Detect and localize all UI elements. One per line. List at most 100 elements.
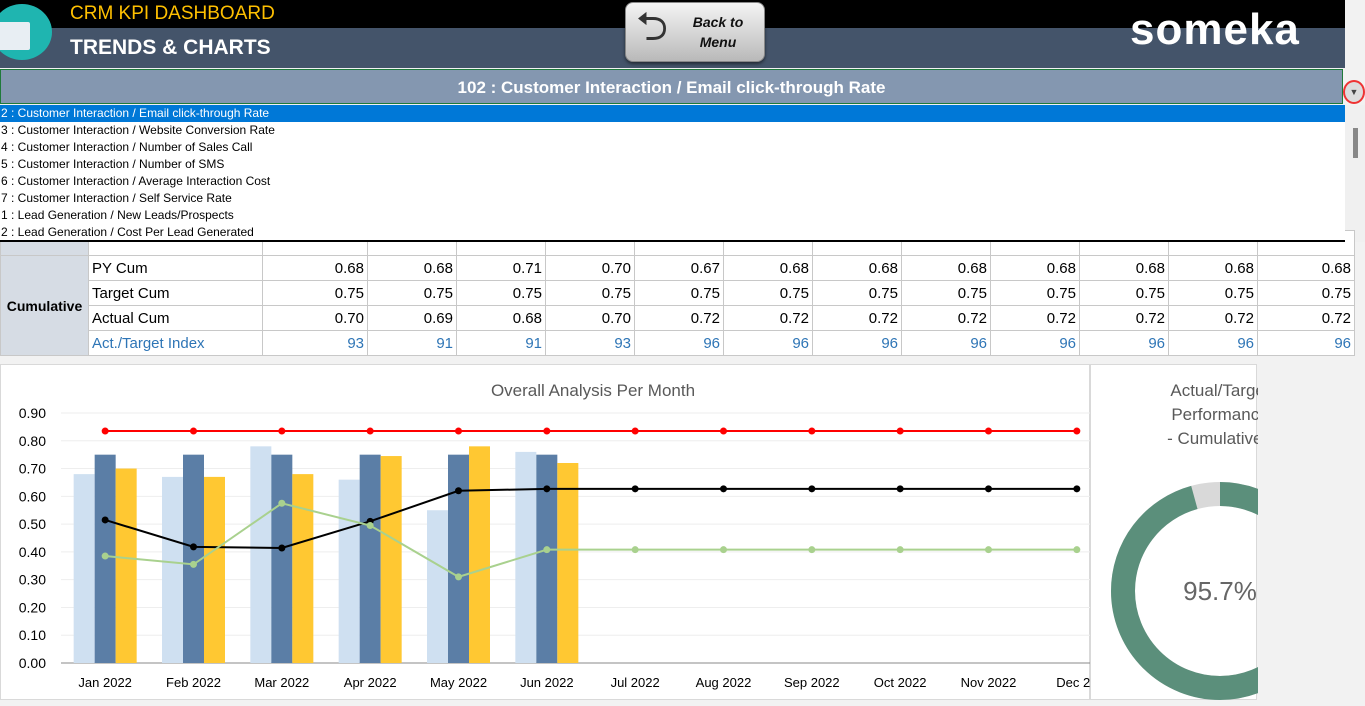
line-point xyxy=(1073,427,1081,435)
y-tick-label: 0.30 xyxy=(19,572,46,588)
dropdown-option[interactable]: 2 : Lead Generation / Cost Per Lead Gene… xyxy=(0,224,1345,241)
table-cell[interactable]: 96 xyxy=(1257,330,1355,356)
table-cell[interactable]: 0.71 xyxy=(456,255,546,281)
table-cell[interactable]: 0.72 xyxy=(1168,305,1258,331)
back-arrow-icon: ⮌ xyxy=(635,5,669,49)
dropdown-option[interactable]: 7 : Customer Interaction / Self Service … xyxy=(0,190,1345,207)
table-cell[interactable]: 0.75 xyxy=(545,280,635,306)
table-cell[interactable]: 0.72 xyxy=(812,305,902,331)
line-point xyxy=(896,546,904,554)
line-point xyxy=(278,427,286,435)
y-tick-label: 0.80 xyxy=(19,433,46,449)
line-point xyxy=(190,543,197,551)
y-tick-label: 0.40 xyxy=(19,544,46,560)
table-cell[interactable]: 0.75 xyxy=(1168,280,1258,306)
y-tick-label: 0.10 xyxy=(19,627,46,643)
line-point xyxy=(985,485,992,493)
table-cell[interactable]: 0.67 xyxy=(634,255,724,281)
table-cell[interactable]: 96 xyxy=(1079,330,1169,356)
table-cell[interactable]: 0.75 xyxy=(901,280,991,306)
bar xyxy=(204,476,225,663)
table-cell[interactable]: 0.72 xyxy=(1257,305,1355,331)
table-cell[interactable]: 0.72 xyxy=(990,305,1080,331)
table-cell[interactable]: 0.68 xyxy=(367,255,457,281)
table-cell[interactable]: 93 xyxy=(545,330,635,356)
table-cell[interactable]: 93 xyxy=(262,330,368,356)
back-to-menu-button[interactable]: ⮌ Back to Menu xyxy=(625,2,765,62)
table-cell[interactable]: 0.68 xyxy=(1079,255,1169,281)
table-cell[interactable]: 0.69 xyxy=(367,305,457,331)
table-cell[interactable]: 0.75 xyxy=(367,280,457,306)
line-point xyxy=(808,427,816,435)
y-tick-label: 0.00 xyxy=(19,655,46,671)
table-cell[interactable]: 0.75 xyxy=(262,280,368,306)
kpi-selector[interactable]: 102 : Customer Interaction / Email click… xyxy=(0,69,1343,104)
table-cell[interactable]: 96 xyxy=(812,330,902,356)
table-cell[interactable]: 0.68 xyxy=(1168,255,1258,281)
donut-title: Performance xyxy=(1171,405,1258,424)
table-cell[interactable]: 0.68 xyxy=(723,255,813,281)
line-point xyxy=(455,573,462,581)
x-tick-label: Nov 2022 xyxy=(961,675,1017,690)
table-cell[interactable]: 96 xyxy=(634,330,724,356)
line-point xyxy=(543,546,551,554)
table-cell[interactable]: 0.75 xyxy=(812,280,902,306)
table-cell[interactable]: 0.75 xyxy=(723,280,813,306)
table-cell[interactable]: 91 xyxy=(367,330,457,356)
table-cell[interactable]: 0.72 xyxy=(1079,305,1169,331)
dropdown-option[interactable]: 2 : Customer Interaction / Email click-t… xyxy=(0,105,1345,122)
y-tick-label: 0.20 xyxy=(19,599,46,615)
table-cell[interactable]: 0.75 xyxy=(456,280,546,306)
table-cell[interactable]: 96 xyxy=(723,330,813,356)
scrollbar-thumb[interactable] xyxy=(1353,128,1358,158)
table-cell[interactable]: 0.72 xyxy=(634,305,724,331)
dropdown-option[interactable]: 4 : Customer Interaction / Number of Sal… xyxy=(0,139,1345,156)
bar xyxy=(557,463,579,663)
line-point xyxy=(896,427,904,435)
line-point xyxy=(366,522,374,529)
table-cell[interactable]: 0.68 xyxy=(812,255,902,281)
table-cell[interactable]: 0.70 xyxy=(545,305,635,331)
table-cell[interactable]: 0.68 xyxy=(990,255,1080,281)
x-tick-label: Oct 2022 xyxy=(874,675,927,690)
group-label: Cumulative xyxy=(0,255,89,356)
row-label: PY Cum xyxy=(88,255,263,281)
dropdown-option[interactable]: 1 : Lead Generation / New Leads/Prospect… xyxy=(0,207,1345,224)
table-cell[interactable]: 0.75 xyxy=(634,280,724,306)
overall-analysis-chart: Overall Analysis Per Month 0.00 0.10 0.20 0.… xyxy=(0,364,1097,700)
table-row: Target Cum 0.75 0.75 0.75 0.75 0.75 0.75 0.75 0.… xyxy=(1,280,1355,306)
table-cell[interactable]: 0.70 xyxy=(545,255,635,281)
bar xyxy=(162,476,183,663)
table-cell[interactable]: 0.68 xyxy=(1257,255,1355,281)
table-row: Actual Cum 0.70 0.69 0.68 0.70 0.72 0.72 0.72 0.… xyxy=(1,305,1355,331)
line-point xyxy=(631,485,639,493)
line-point xyxy=(190,427,197,435)
table-cell[interactable]: 0.68 xyxy=(901,255,991,281)
dropdown-option[interactable]: 6 : Customer Interaction / Average Inter… xyxy=(0,173,1345,190)
kpi-dropdown-list: 2 : Customer Interaction / Email click-t… xyxy=(0,105,1345,242)
dropdown-arrow-icon[interactable]: ▼ xyxy=(1343,80,1365,104)
dropdown-scrollbar[interactable] xyxy=(1345,105,1365,242)
table-cell[interactable]: 0.75 xyxy=(990,280,1080,306)
table-cell[interactable]: 96 xyxy=(901,330,991,356)
table-cell[interactable]: 0.68 xyxy=(456,305,546,331)
table-cell[interactable]: 96 xyxy=(1168,330,1258,356)
line-point xyxy=(631,546,639,554)
dropdown-option[interactable]: 5 : Customer Interaction / Number of SMS xyxy=(0,156,1345,173)
line-point xyxy=(808,546,816,554)
table-cell[interactable]: 0.75 xyxy=(1257,280,1355,306)
table-cell[interactable]: 0.72 xyxy=(901,305,991,331)
table-cell[interactable]: 0.70 xyxy=(262,305,368,331)
table-cell[interactable]: 96 xyxy=(990,330,1080,356)
table-row: Cumulative PY Cum 0.68 0.68 0.71 0.70 0.67 0.68… xyxy=(0,255,1355,356)
table-cell[interactable]: 91 xyxy=(456,330,546,356)
table-cell[interactable]: 0.72 xyxy=(723,305,813,331)
bar xyxy=(380,456,402,663)
chart-title: Overall Analysis Per Month xyxy=(491,381,695,400)
x-tick-label: Jun 2022 xyxy=(520,675,574,690)
dropdown-option[interactable]: 3 : Customer Interaction / Website Conve… xyxy=(0,122,1345,139)
table-cell[interactable]: 0.75 xyxy=(1079,280,1169,306)
table-cell[interactable]: 0.68 xyxy=(262,255,368,281)
donut-title: - Cumulative - xyxy=(1167,429,1258,448)
bar xyxy=(448,454,469,663)
